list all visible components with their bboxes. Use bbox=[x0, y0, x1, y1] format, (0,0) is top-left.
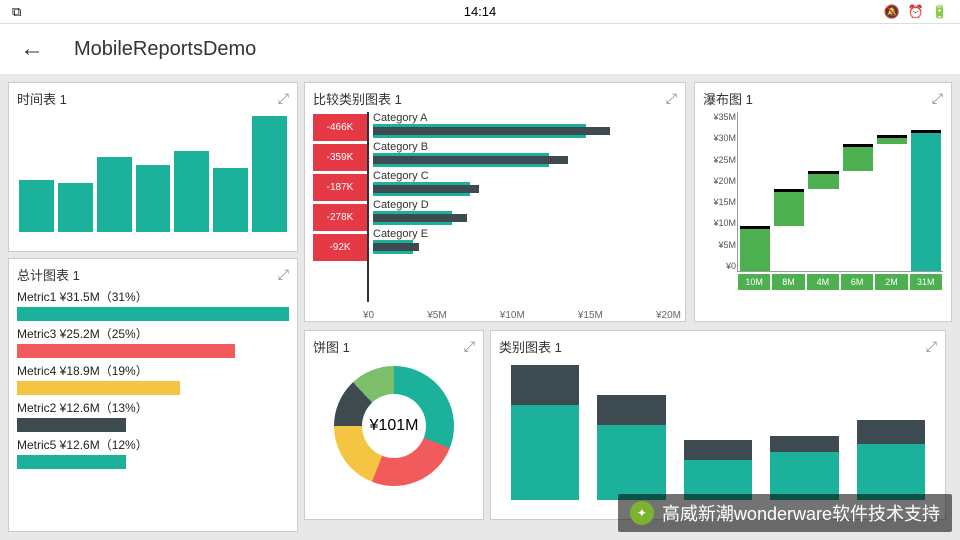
compare-row: Category A bbox=[373, 112, 677, 138]
compare-delta: -466K bbox=[313, 114, 367, 141]
card-title: 类别图表 1 bbox=[499, 337, 562, 356]
compare-delta: -187K bbox=[313, 174, 367, 201]
battery-icon: 🔋 bbox=[932, 4, 948, 20]
compare-category: Category C bbox=[373, 170, 677, 182]
waterfall-xlabel: 2M bbox=[875, 274, 907, 290]
waterfall-xlabel: 8M bbox=[772, 274, 804, 290]
totals-row: Metric2 ¥12.6M（13%） bbox=[17, 399, 289, 432]
waterfall-xlabel: 10M bbox=[738, 274, 770, 290]
totals-bar bbox=[17, 344, 235, 358]
expand-icon[interactable]: ⤢ bbox=[464, 338, 475, 355]
bar bbox=[58, 183, 93, 232]
bar bbox=[213, 168, 248, 232]
compare-delta: -92K bbox=[313, 234, 367, 261]
waterfall-card[interactable]: 瀑布图 1 ⤢ ¥35M ¥30M ¥25M ¥20M ¥15M ¥10M ¥5M ¥0 10… bbox=[694, 82, 952, 322]
waterfall-bar bbox=[806, 112, 840, 271]
status-bar: ⧉ 14:14 🔕 ⏰ 🔋 bbox=[0, 0, 960, 24]
compare-row: Category C bbox=[373, 170, 677, 196]
expand-icon[interactable]: ⤢ bbox=[278, 90, 289, 107]
expand-icon[interactable]: ⤢ bbox=[666, 90, 677, 107]
card-title: 时间表 1 bbox=[17, 89, 67, 108]
waterfall-xlabel: 31M bbox=[910, 274, 942, 290]
totals-row: Metric3 ¥25.2M（25%） bbox=[17, 325, 289, 358]
totals-bar bbox=[17, 307, 289, 321]
compare-delta: -359K bbox=[313, 144, 367, 171]
compare-row: Category E bbox=[373, 228, 677, 254]
category-card[interactable]: 类别图表 1 ⤢ bbox=[490, 330, 946, 520]
totals-row: Metric5 ¥12.6M（12%） bbox=[17, 436, 289, 469]
waterfall-bar bbox=[738, 112, 772, 271]
axis-tick: ¥5M bbox=[704, 240, 736, 250]
waterfall-bar bbox=[909, 112, 943, 271]
back-arrow-icon[interactable]: ← bbox=[20, 35, 44, 63]
totals-bar bbox=[17, 381, 180, 395]
axis-tick: ¥0 bbox=[363, 310, 374, 321]
time-chart-card[interactable]: 时间表 1 ⤢ bbox=[8, 82, 298, 252]
expand-icon[interactable]: ⤢ bbox=[278, 266, 289, 283]
card-title: 瀑布图 1 bbox=[703, 89, 753, 108]
axis-tick: ¥0 bbox=[704, 261, 736, 271]
donut-chart: ¥101M bbox=[334, 366, 454, 486]
compare-category: Category A bbox=[373, 112, 677, 124]
watermark-text: 高威新潮wonderware软件技术支持 bbox=[662, 500, 940, 526]
compare-row: Category B bbox=[373, 141, 677, 167]
compare-delta: -278K bbox=[313, 204, 367, 231]
bell-off-icon: 🔕 bbox=[883, 4, 899, 20]
waterfall-bar bbox=[772, 112, 806, 271]
totals-label: Metric4 ¥18.9M（19%） bbox=[17, 362, 289, 379]
totals-row: Metric4 ¥18.9M（19%） bbox=[17, 362, 289, 395]
totals-label: Metric3 ¥25.2M（25%） bbox=[17, 325, 289, 342]
axis-tick: ¥35M bbox=[704, 112, 736, 122]
expand-icon[interactable]: ⤢ bbox=[932, 90, 943, 107]
category-bars bbox=[499, 360, 937, 500]
copy-icon: ⧉ bbox=[12, 4, 21, 20]
axis-tick: ¥10M bbox=[500, 310, 525, 321]
donut-total: ¥101M bbox=[334, 366, 454, 486]
axis-tick: ¥15M bbox=[578, 310, 603, 321]
axis-tick: ¥20M bbox=[704, 176, 736, 186]
totals-label: Metric5 ¥12.6M（12%） bbox=[17, 436, 289, 453]
totals-bar bbox=[17, 418, 126, 432]
bar bbox=[252, 116, 287, 232]
axis-tick: ¥20M bbox=[656, 310, 681, 321]
time-chart-bars bbox=[17, 112, 289, 232]
waterfall-bar bbox=[875, 112, 909, 271]
totals-card[interactable]: 总计图表 1 ⤢ Metric1 ¥31.5M（31%） Metric3 ¥25.… bbox=[8, 258, 298, 532]
watermark: ✦ 高威新潮wonderware软件技术支持 bbox=[618, 494, 952, 532]
waterfall-xlabel: 4M bbox=[807, 274, 839, 290]
compare-category: Category E bbox=[373, 228, 677, 240]
axis-tick: ¥15M bbox=[704, 197, 736, 207]
compare-category: Category D bbox=[373, 199, 677, 211]
app-header: ← MobileReportsDemo bbox=[0, 24, 960, 74]
card-title: 比较类别图表 1 bbox=[313, 89, 402, 108]
status-time: 14:14 bbox=[464, 4, 497, 19]
waterfall-bar bbox=[841, 112, 875, 271]
card-title: 饼图 1 bbox=[313, 337, 350, 356]
waterfall-xlabel: 6M bbox=[841, 274, 873, 290]
compare-row: Category D bbox=[373, 199, 677, 225]
alarm-icon: ⏰ bbox=[908, 4, 924, 20]
wechat-icon: ✦ bbox=[630, 501, 654, 525]
expand-icon[interactable]: ⤢ bbox=[926, 338, 937, 355]
totals-label: Metric1 ¥31.5M（31%） bbox=[17, 288, 289, 305]
bar bbox=[174, 151, 209, 232]
axis-tick: ¥10M bbox=[704, 218, 736, 228]
bar bbox=[19, 180, 54, 232]
totals-label: Metric2 ¥12.6M（13%） bbox=[17, 399, 289, 416]
totals-bar bbox=[17, 455, 126, 469]
totals-row: Metric1 ¥31.5M（31%） bbox=[17, 288, 289, 321]
compare-card[interactable]: 比较类别图表 1 ⤢ -466K -359K -187K -278K -92K Cate… bbox=[304, 82, 686, 322]
bar bbox=[97, 157, 132, 232]
axis-tick: ¥25M bbox=[704, 155, 736, 165]
axis-tick: ¥5M bbox=[427, 310, 446, 321]
card-title: 总计图表 1 bbox=[17, 265, 80, 284]
page-title: MobileReportsDemo bbox=[74, 38, 256, 61]
bar bbox=[136, 165, 171, 232]
axis-tick: ¥30M bbox=[704, 133, 736, 143]
compare-category: Category B bbox=[373, 141, 677, 153]
pie-card[interactable]: 饼图 1 ⤢ ¥101M bbox=[304, 330, 484, 520]
